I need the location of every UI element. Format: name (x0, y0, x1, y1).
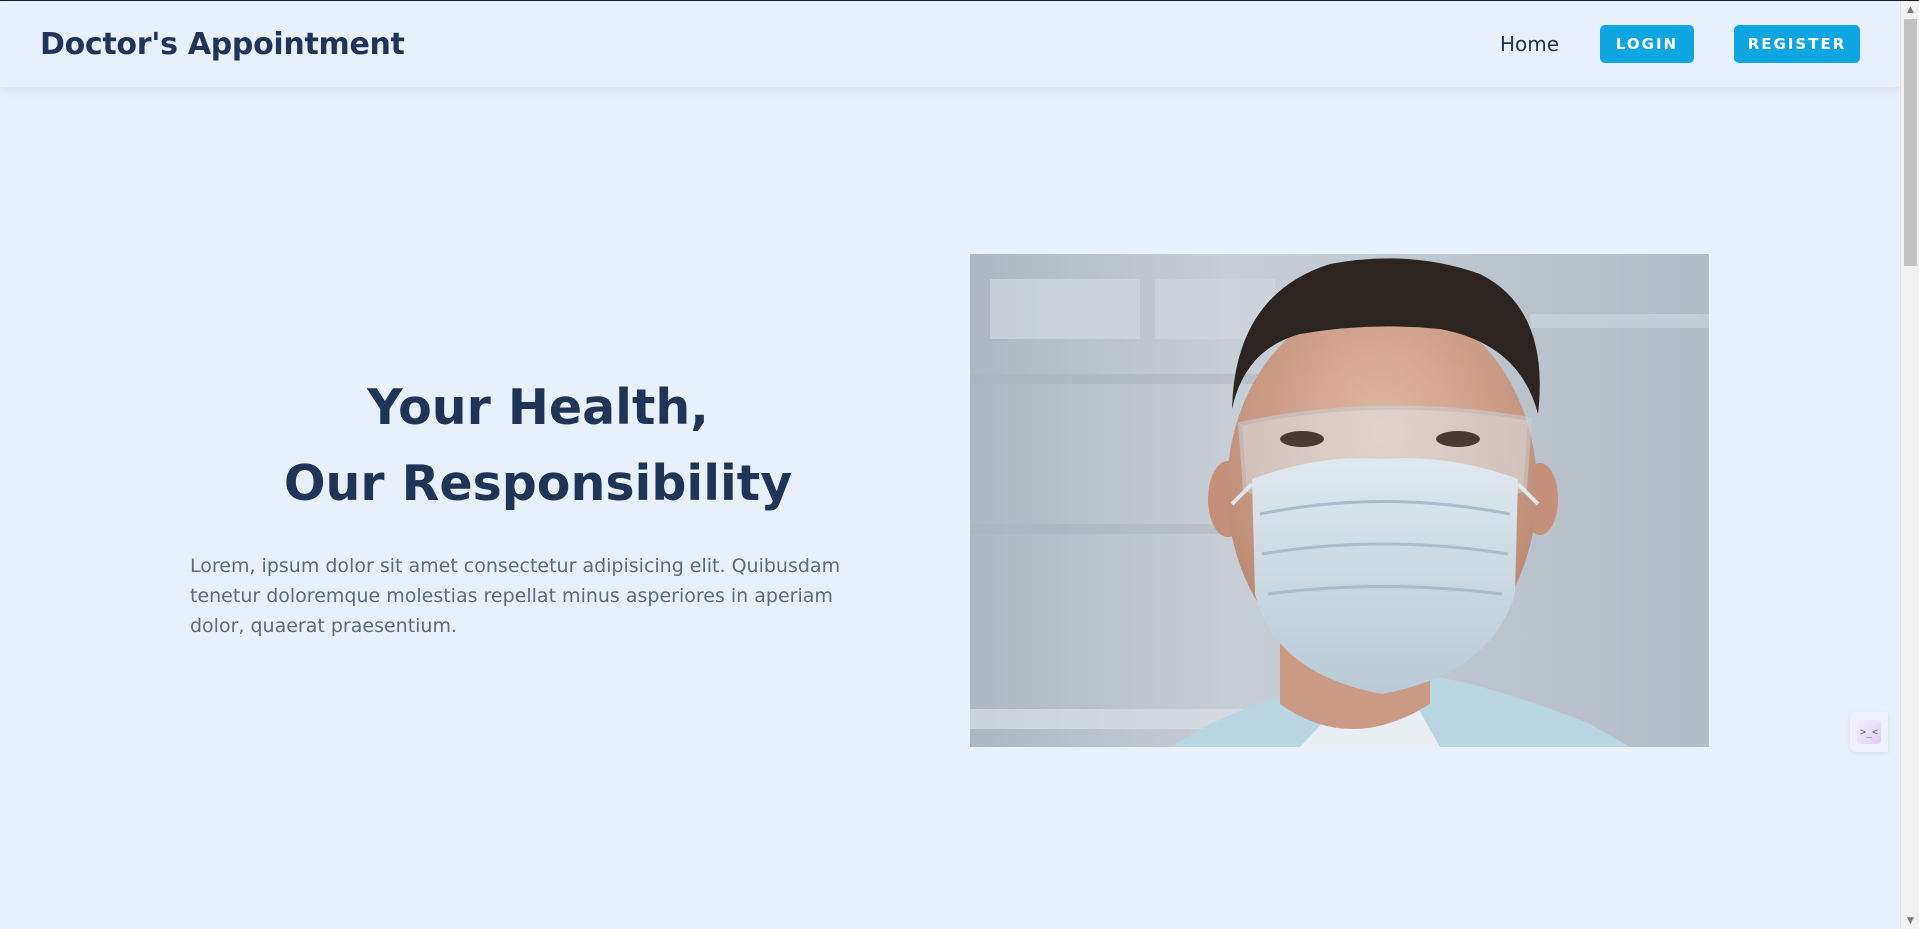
hero-title-line-2: Our Responsibility (283, 455, 793, 512)
scrollbar-thumb[interactable] (1904, 19, 1917, 266)
nav-link-home[interactable]: Home (1500, 32, 1559, 56)
extension-face-icon: >_< (1857, 720, 1881, 744)
hero-title-line-1: Your Health, (367, 379, 709, 436)
hero-heading: Your Health, Our Responsibility (188, 370, 888, 522)
login-button[interactable]: LOGIN (1600, 25, 1694, 63)
doctor-portrait-illustration (970, 254, 1709, 747)
hero-description: Lorem, ipsum dolor sit amet consectetur … (190, 555, 841, 637)
register-button[interactable]: REGISTER (1734, 25, 1860, 63)
brand-title[interactable]: Doctor's Appointment (40, 27, 405, 62)
navbar: Doctor's Appointment Home LOGIN REGISTER (0, 1, 1900, 87)
vertical-scrollbar[interactable]: ▲ ▼ (1900, 1, 1919, 929)
nav-menu: Home LOGIN REGISTER (1500, 25, 1860, 63)
scroll-down-arrow-icon[interactable]: ▼ (1901, 912, 1919, 929)
scroll-up-arrow-icon[interactable]: ▲ (1901, 1, 1919, 18)
floating-extension-widget[interactable]: >_< (1850, 712, 1888, 752)
hero-doctor-image (970, 254, 1709, 747)
